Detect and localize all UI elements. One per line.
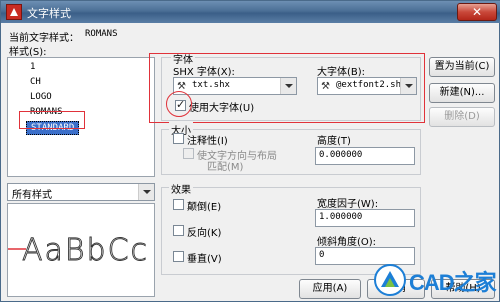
oblique-angle-label: 倾斜角度(O): [317, 237, 377, 248]
compass-font-icon: ⚒ [321, 81, 330, 92]
window-title: 文字样式 [27, 7, 71, 20]
apply-button[interactable]: 应用(A) [299, 279, 361, 299]
upside-down-label: 颠倒(E) [187, 202, 222, 213]
preview-text: AaBbCc [22, 233, 149, 268]
shx-font-label: SHX 字体(X): [173, 67, 235, 78]
watermark-text: CAD之家 [409, 270, 497, 295]
style-item-standard[interactable]: STANDARD [26, 121, 80, 135]
width-factor-label: 宽度因子(W): [317, 199, 379, 210]
chevron-down-icon[interactable] [280, 78, 296, 94]
chevron-down-icon[interactable] [400, 78, 416, 94]
delete-style-button[interactable]: 删除(D) [429, 107, 495, 127]
vertical-checkbox[interactable] [173, 251, 184, 262]
big-font-select[interactable]: ⚒ @extfont2.shx [317, 77, 417, 95]
styles-label: 样式(S): [9, 47, 47, 58]
style-item-ch[interactable]: CH [30, 77, 41, 87]
style-filter-select[interactable]: 所有样式 [7, 183, 155, 201]
current-style-label: 当前文字样式： [9, 33, 79, 44]
compass-font-icon: ⚒ [177, 81, 186, 92]
height-label: 高度(T) [317, 136, 351, 147]
style-item-logo[interactable]: LOGO [30, 92, 52, 102]
match-orientation-checkbox[interactable] [183, 148, 194, 159]
vertical-label: 垂直(V) [187, 254, 222, 265]
preview-canvas: AaBbCc [8, 233, 149, 268]
cad-home-logo-icon [374, 264, 406, 296]
upside-down-checkbox[interactable] [173, 199, 184, 210]
title-bar: 文字样式 ✕ [1, 1, 500, 23]
big-font-label: 大字体(B): [317, 67, 366, 78]
set-current-button[interactable]: 置为当前(C) [429, 57, 495, 77]
annotative-checkbox[interactable] [173, 133, 184, 144]
style-item-romans[interactable]: ROMANS [30, 107, 63, 117]
shx-font-select[interactable]: ⚒ txt.shx [173, 77, 297, 95]
watermark: CAD之家 [373, 259, 499, 299]
style-list[interactable]: 1 CH LOGO ROMANS STANDARD [7, 57, 155, 177]
use-big-font-label: 使用大字体(U) [189, 103, 255, 114]
match-orientation-label-2: 匹配(M) [207, 162, 244, 173]
chevron-down-icon[interactable] [138, 184, 154, 200]
backwards-checkbox[interactable] [173, 225, 184, 236]
annotative-label: 注释性(I) [187, 136, 228, 147]
new-style-button[interactable]: 新建(N)... [429, 83, 495, 103]
effects-group-label: 效果 [169, 181, 193, 196]
backwards-label: 反向(K) [187, 228, 222, 239]
text-style-dialog: 文字样式 ✕ 当前文字样式： ROMANS 样式(S): 1 CH LOGO R… [0, 0, 500, 302]
use-big-font-checkbox[interactable] [175, 98, 186, 111]
style-item-1[interactable]: 1 [30, 62, 35, 72]
height-input[interactable]: 0.000000 [315, 147, 415, 165]
width-factor-input[interactable]: 1.000000 [315, 209, 415, 227]
current-style-value: ROMANS [85, 29, 118, 39]
close-button[interactable]: ✕ [457, 3, 497, 21]
autocad-app-icon [6, 4, 22, 20]
preview-panel: AaBbCc [7, 203, 155, 297]
